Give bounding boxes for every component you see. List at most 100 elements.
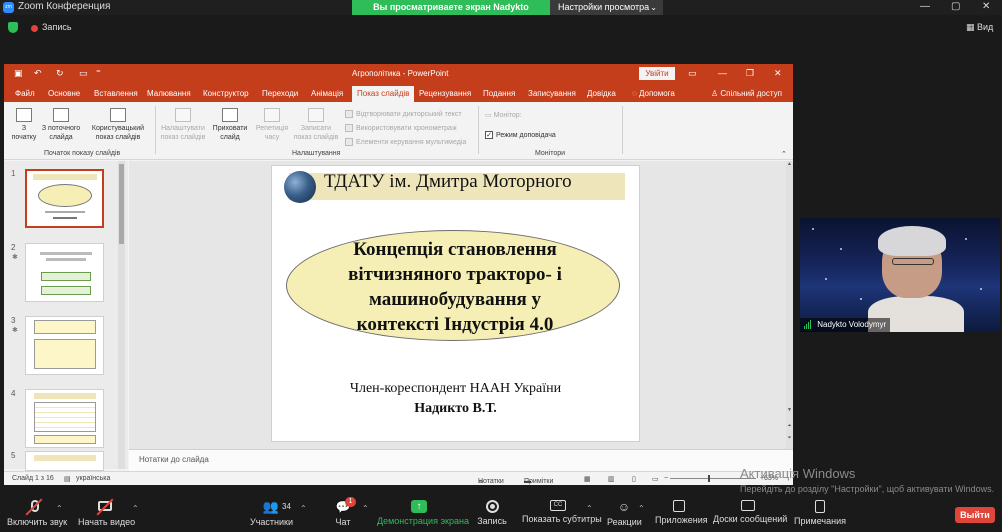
undo-icon[interactable]: ↶ bbox=[34, 68, 42, 79]
captions-caret[interactable]: ⌃ bbox=[586, 504, 593, 513]
reading-view-icon[interactable]: ▯ bbox=[632, 475, 636, 483]
unmute-button[interactable]: Включить звук bbox=[7, 498, 67, 527]
chat-button[interactable]: 💬 1 Чат bbox=[330, 497, 356, 527]
notes-label: Примечания bbox=[794, 516, 846, 526]
participant-name-tag: Nadykto Volodymyr bbox=[800, 318, 891, 332]
thumb-number: 4 bbox=[11, 389, 16, 398]
from-current-button[interactable]: З поточного слайда bbox=[38, 108, 84, 142]
slide-thumbnail-3[interactable] bbox=[25, 316, 104, 375]
start-video-button[interactable]: Начать видео bbox=[78, 498, 136, 527]
slide-thumbnail-1[interactable] bbox=[25, 169, 104, 228]
apps-button[interactable]: Приложения bbox=[655, 498, 708, 525]
narrations-checkbox[interactable]: Відтворювати дикторський текст bbox=[345, 110, 462, 118]
zoom-slider-knob[interactable] bbox=[708, 475, 710, 482]
status-bar: Слайд 1 з 16 ▤ українська ≐ Нотатки ▬ Пр… bbox=[4, 471, 793, 485]
record-show-button[interactable]: Записати показ слайдів bbox=[291, 108, 341, 142]
next-slide-icon[interactable]: ⏷ bbox=[786, 435, 793, 441]
tab-tell-me[interactable]: ◌ Допомога bbox=[632, 89, 675, 98]
scroll-up-icon[interactable]: ▲ bbox=[786, 161, 793, 167]
tab-design[interactable]: Конструктор bbox=[203, 89, 249, 98]
language-label[interactable]: українська bbox=[76, 475, 110, 482]
slide-scrollbar[interactable]: ▲ ▼ ⏶ ⏷ bbox=[786, 161, 793, 449]
thumbnail-scrollbar[interactable] bbox=[118, 161, 125, 469]
from-beginning-button[interactable]: З початку bbox=[10, 108, 38, 142]
slide-edit-area: ТДАТУ ім. Дмитра Моторного Концепція ста… bbox=[129, 161, 793, 449]
tab-transitions[interactable]: Переходи bbox=[262, 89, 298, 98]
slide-thumbnail-4[interactable] bbox=[25, 389, 104, 448]
media-controls-checkbox[interactable]: Елементи керування мультимедіа bbox=[345, 138, 466, 146]
heading-line: Концепція становлення bbox=[353, 239, 557, 260]
share-screen-button[interactable]: ↑ Демонстрация экрана bbox=[377, 498, 469, 526]
maximize-icon[interactable]: ▢ bbox=[951, 1, 960, 12]
tab-file[interactable]: Файл bbox=[15, 89, 35, 98]
presenter-view-label: Режим доповідача bbox=[496, 131, 556, 139]
zoom-out-icon[interactable]: − bbox=[664, 475, 668, 482]
tab-slide-show[interactable]: Показ слайдів bbox=[352, 86, 415, 102]
thumb-table bbox=[34, 402, 96, 432]
participants-caret[interactable]: ⌃ bbox=[300, 504, 307, 513]
normal-view-icon[interactable]: ▦ bbox=[584, 475, 591, 483]
ribbon-display-icon[interactable]: ▭ bbox=[688, 68, 697, 79]
whiteboards-button[interactable]: Доски сообщений bbox=[713, 498, 787, 524]
checkmark-icon: ✓ bbox=[485, 131, 493, 139]
spellcheck-icon[interactable]: ▤ bbox=[64, 475, 71, 483]
slide-sorter-icon[interactable]: ▥ bbox=[608, 475, 615, 483]
tab-help[interactable]: Довідка bbox=[587, 89, 616, 98]
participant-video[interactable]: Nadykto Volodymyr bbox=[800, 218, 1000, 332]
setup-show-button[interactable]: Налаштувати показ слайдів bbox=[158, 108, 208, 142]
notes-pane[interactable]: Нотатки до слайда bbox=[129, 449, 793, 471]
reactions-button[interactable]: ☺ Реакции bbox=[607, 498, 642, 527]
redo-icon[interactable]: ↻ bbox=[56, 68, 64, 79]
timings-checkbox[interactable]: Використовувати хронометраж bbox=[345, 124, 457, 132]
thumb-shape bbox=[41, 272, 91, 281]
audio-options-caret[interactable]: ⌃ bbox=[56, 504, 63, 513]
tab-draw[interactable]: Малювання bbox=[147, 89, 191, 98]
custom-show-button[interactable]: Користувацький показ слайдів bbox=[88, 108, 148, 142]
ppt-restore-icon[interactable]: ❐ bbox=[746, 68, 754, 79]
comments-btn-label: Примітки bbox=[524, 478, 554, 485]
close-icon[interactable]: ✕ bbox=[982, 1, 990, 12]
tab-insert[interactable]: Вставлення bbox=[94, 89, 138, 98]
tab-recording[interactable]: Записування bbox=[528, 89, 576, 98]
shield-icon[interactable] bbox=[8, 22, 18, 33]
thumb-number: 1 bbox=[11, 169, 16, 178]
current-slide[interactable]: ТДАТУ ім. Дмитра Моторного Концепція ста… bbox=[271, 165, 640, 442]
notes-button[interactable]: Примечания bbox=[793, 498, 847, 526]
transition-star-icon: ✱ bbox=[12, 254, 18, 261]
presenter-view-checkbox[interactable]: ✓ Режим доповідача bbox=[485, 131, 556, 139]
share-button[interactable]: ♙ Спільний доступ bbox=[711, 89, 782, 98]
present-icon[interactable]: ▭ bbox=[79, 68, 88, 79]
start-video-label: Начать видео bbox=[78, 517, 136, 527]
tab-review[interactable]: Рецензування bbox=[419, 89, 471, 98]
hide-slide-icon bbox=[222, 108, 238, 122]
record-button[interactable]: Запись bbox=[476, 498, 508, 526]
slideshow-view-icon[interactable]: ▭ bbox=[652, 475, 659, 483]
tab-view[interactable]: Подання bbox=[483, 89, 515, 98]
author-title: Член-кореспондент НААН України bbox=[349, 381, 562, 396]
prev-slide-icon[interactable]: ⏶ bbox=[786, 423, 793, 429]
slide-thumbnail-5[interactable] bbox=[25, 451, 104, 471]
customize-icon[interactable]: ⁼ bbox=[96, 68, 101, 79]
hide-slide-button[interactable]: Приховати слайд bbox=[210, 108, 250, 142]
captions-button[interactable]: CC Показать субтитры bbox=[522, 498, 602, 524]
scrollbar-thumb[interactable] bbox=[119, 164, 124, 244]
participants-label: Участники bbox=[250, 517, 293, 527]
save-icon[interactable]: ▣ bbox=[14, 68, 23, 79]
collapse-ribbon-icon[interactable]: ⌃ bbox=[781, 150, 787, 159]
chat-caret[interactable]: ⌃ bbox=[362, 504, 369, 513]
tab-home[interactable]: Основне bbox=[48, 89, 80, 98]
view-settings-button[interactable]: Настройки просмотра ⌄ bbox=[550, 0, 663, 15]
tab-animations[interactable]: Анімація bbox=[311, 89, 343, 98]
rehearse-timings-button[interactable]: Репетиція часу bbox=[255, 108, 289, 142]
leave-button[interactable]: Выйти bbox=[955, 507, 995, 523]
scroll-down-icon[interactable]: ▼ bbox=[786, 407, 793, 413]
minimize-icon[interactable]: — bbox=[920, 1, 930, 12]
view-button[interactable]: ▦ Вид bbox=[966, 22, 993, 33]
ppt-minimize-icon[interactable]: — bbox=[718, 68, 727, 78]
ribbon-separator bbox=[155, 106, 156, 154]
slide-thumbnail-2[interactable] bbox=[25, 243, 104, 302]
video-options-caret[interactable]: ⌃ bbox=[132, 504, 139, 513]
sign-in-button[interactable]: Увійти bbox=[639, 67, 675, 80]
ppt-close-icon[interactable]: ✕ bbox=[774, 68, 782, 79]
reactions-caret[interactable]: ⌃ bbox=[638, 504, 645, 513]
